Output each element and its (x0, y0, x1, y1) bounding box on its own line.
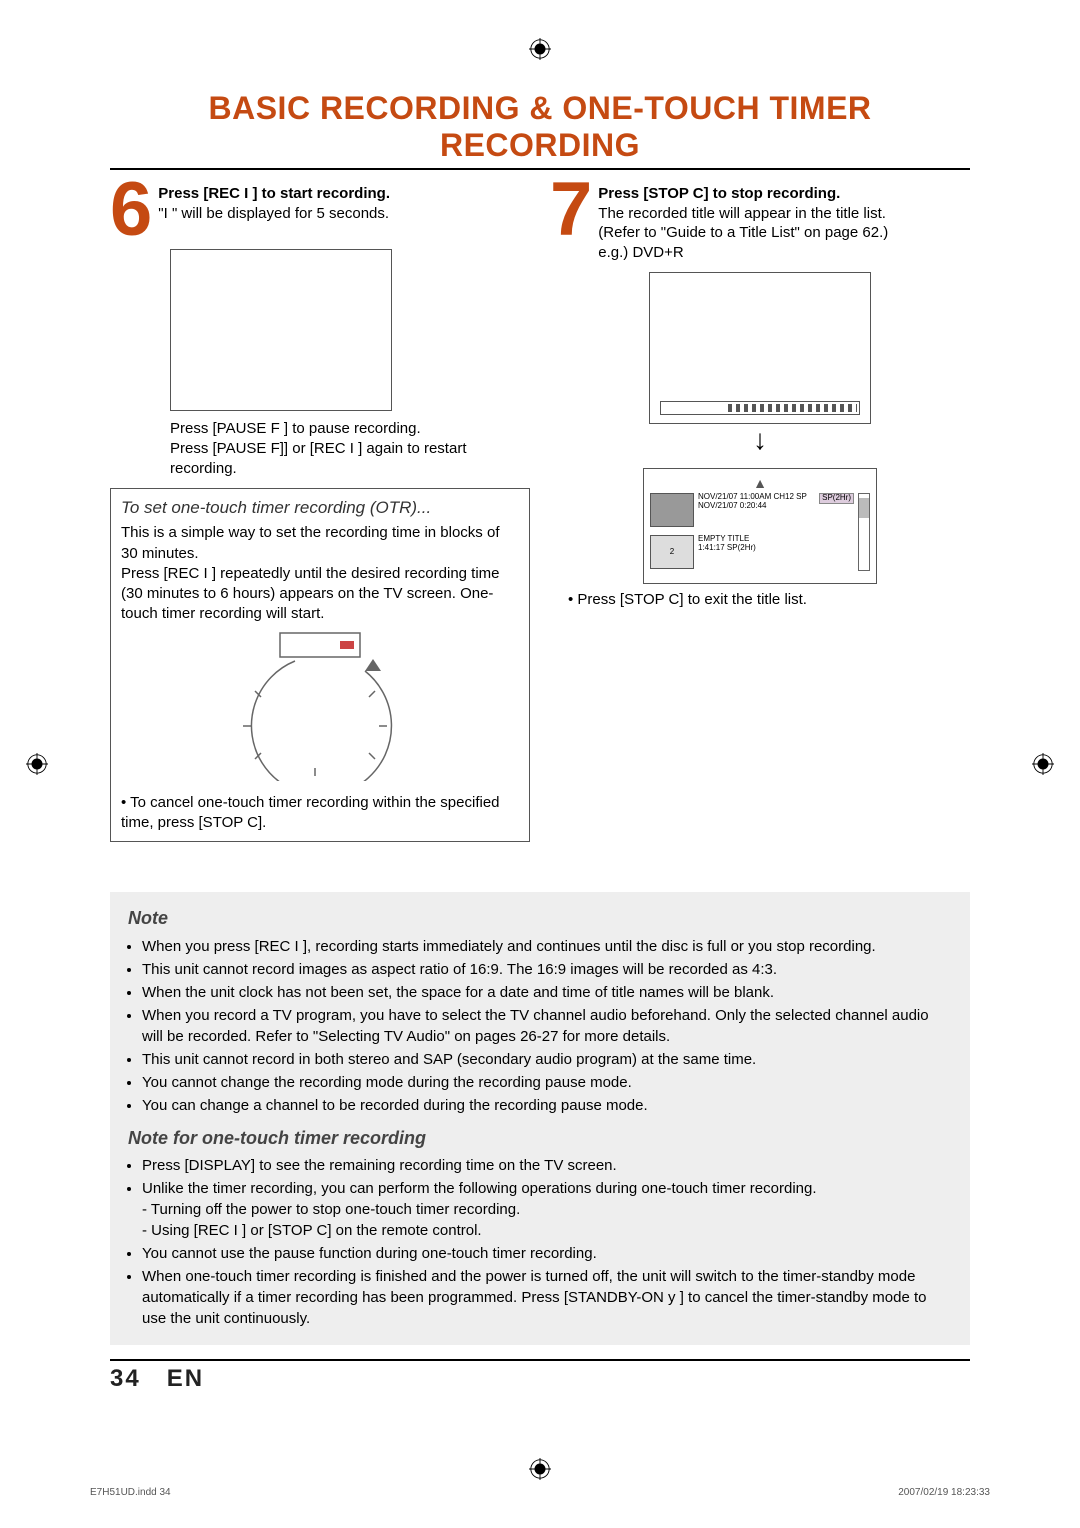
otr-title: To set one-touch timer recording (OTR)..… (121, 497, 519, 520)
step-6-pause-1: Press [PAUSE F ] to pause recording. (170, 419, 530, 439)
scrollbar (858, 493, 870, 571)
step-number-6: 6 (110, 180, 152, 241)
step-6-lead: Press [REC I ] to start recording. (158, 184, 390, 204)
note-otr-list: Press [DISPLAY] to see the remaining rec… (128, 1155, 952, 1329)
note-item: This unit cannot record images as aspect… (142, 959, 952, 980)
registration-mark-icon (26, 753, 48, 775)
otr-cancel: • To cancel one-touch timer recording wi… (121, 793, 519, 834)
writing-progress-screen (649, 272, 871, 424)
title-list-row-1: SP(2Hr) NOV/21/07 11:00AM CH12 SP NOV/21… (650, 493, 854, 531)
manual-page: BASIC RECORDING & ONE-TOUCH TIMER RECORD… (0, 0, 1080, 1528)
registration-mark-icon (1032, 753, 1054, 775)
registration-mark-icon (529, 38, 551, 60)
step-7-lead: Press [STOP C] to stop recording. (598, 184, 888, 204)
quality-badge: SP(2Hr) (819, 493, 854, 504)
note-item: When you record a TV program, you have t… (142, 1005, 952, 1047)
note-heading: Note (128, 906, 952, 931)
title-list-row-2: 2 EMPTY TITLE 1:41:17 SP(2Hr) (650, 535, 854, 573)
step-7-body1: The recorded title will appear in the ti… (598, 204, 888, 224)
note-item: When the unit clock has not been set, th… (142, 982, 952, 1003)
note-otr-item: Press [DISPLAY] to see the remaining rec… (142, 1155, 952, 1176)
note-item: You can change a channel to be recorded … (142, 1095, 952, 1116)
step-7-body3: e.g.) DVD+R (598, 243, 888, 263)
page-title: BASIC RECORDING & ONE-TOUCH TIMER RECORD… (110, 90, 970, 170)
tv-screen-placeholder (170, 249, 392, 411)
step-7-body2: (Refer to "Guide to a Title List" on pag… (598, 223, 888, 243)
page-number: 34 (110, 1365, 141, 1392)
step-6-body: "I " will be displayed for 5 seconds. (158, 204, 390, 224)
print-file: E7H51UD.indd 34 (90, 1487, 171, 1498)
note-item: This unit cannot record in both stereo a… (142, 1049, 952, 1070)
note-otr-heading: Note for one-touch timer recording (128, 1126, 952, 1151)
notes-box: Note When you press [REC I ], recording … (110, 892, 970, 1344)
page-lang: EN (167, 1365, 204, 1392)
note-item: You cannot change the recording mode dur… (142, 1072, 952, 1093)
note-otr-item: Unlike the timer recording, you can perf… (142, 1178, 952, 1241)
registration-mark-icon (529, 1458, 551, 1480)
triangle-up-icon: ▲ (650, 475, 870, 491)
note-item: When you press [REC I ], recording start… (142, 936, 952, 957)
step-7-exit: • Press [STOP C] to exit the title list. (568, 590, 970, 610)
print-footer: E7H51UD.indd 34 2007/02/19 18:23:33 (90, 1487, 990, 1498)
step-6-pause-2: Press [PAUSE F]] or [REC I ] again to re… (170, 439, 530, 480)
otr-box: To set one-touch timer recording (OTR)..… (110, 488, 530, 843)
title-list-screen: ▲ SP(2Hr) NOV/21/07 11:00AM CH12 SP NOV/… (643, 468, 877, 584)
print-timestamp: 2007/02/19 18:23:33 (898, 1487, 990, 1498)
note-list: When you press [REC I ], recording start… (128, 936, 952, 1116)
step-7-column: 7 Press [STOP C] to stop recording. The … (550, 180, 970, 842)
otr-dial-diagram (121, 631, 519, 787)
note-otr-item: You cannot use the pause function during… (142, 1243, 952, 1264)
arrow-down-icon: ↓ (550, 426, 970, 454)
note-otr-item: When one-touch timer recording is finish… (142, 1266, 952, 1329)
step-number-7: 7 (550, 180, 592, 241)
otr-paragraph-2: Press [REC I ] repeatedly until the desi… (121, 564, 519, 625)
page-footer: 34 EN (110, 1359, 970, 1393)
step-6-column: 6 Press [REC I ] to start recording. "I … (110, 180, 530, 842)
otr-paragraph-1: This is a simple way to set the recordin… (121, 523, 519, 564)
